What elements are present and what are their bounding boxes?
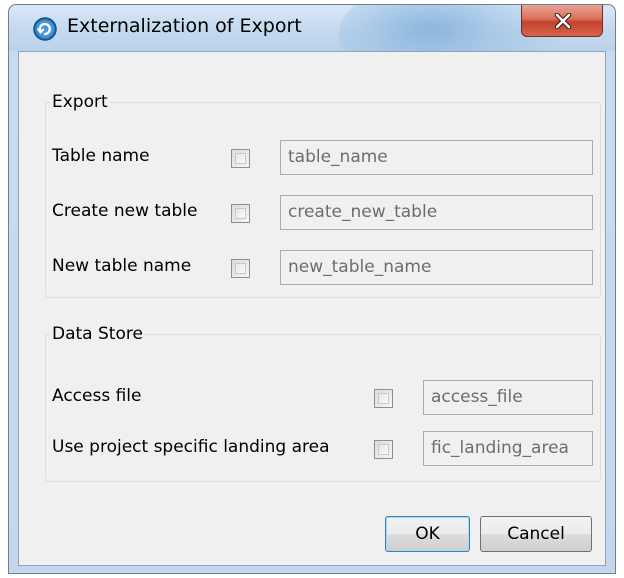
ok-button[interactable]: OK bbox=[385, 516, 470, 552]
access-file-field[interactable]: access_file bbox=[423, 380, 593, 415]
cancel-button[interactable]: Cancel bbox=[480, 516, 592, 552]
circular-arrow-icon bbox=[33, 17, 57, 41]
title-bar[interactable]: Externalization of Export bbox=[9, 5, 615, 51]
new-table-name-checkbox[interactable] bbox=[231, 259, 250, 278]
create-new-table-field[interactable]: create_new_table bbox=[280, 195, 593, 230]
access-file-checkbox[interactable] bbox=[374, 389, 393, 408]
new-table-name-field[interactable]: new_table_name bbox=[280, 250, 593, 285]
create-new-table-label: Create new table bbox=[52, 201, 198, 221]
table-name-checkbox[interactable] bbox=[231, 149, 250, 168]
table-name-label: Table name bbox=[52, 146, 150, 166]
window-title: Externalization of Export bbox=[67, 15, 302, 37]
new-table-name-label: New table name bbox=[52, 256, 192, 276]
landing-area-field[interactable]: fic_landing_area bbox=[423, 431, 593, 466]
dialog-body: Export Table name table_name Create new … bbox=[18, 51, 606, 566]
create-new-table-checkbox[interactable] bbox=[231, 204, 250, 223]
export-group-legend: Export bbox=[52, 92, 108, 112]
landing-area-label: Use project specific landing area bbox=[52, 437, 330, 457]
close-x-icon bbox=[554, 13, 572, 29]
close-button[interactable] bbox=[521, 5, 603, 37]
access-file-label: Access file bbox=[52, 386, 142, 406]
landing-area-checkbox[interactable] bbox=[374, 440, 393, 459]
data-store-group-legend: Data Store bbox=[52, 324, 143, 344]
dialog-window: Externalization of Export Export Table n… bbox=[8, 4, 616, 574]
table-name-field[interactable]: table_name bbox=[280, 140, 593, 175]
